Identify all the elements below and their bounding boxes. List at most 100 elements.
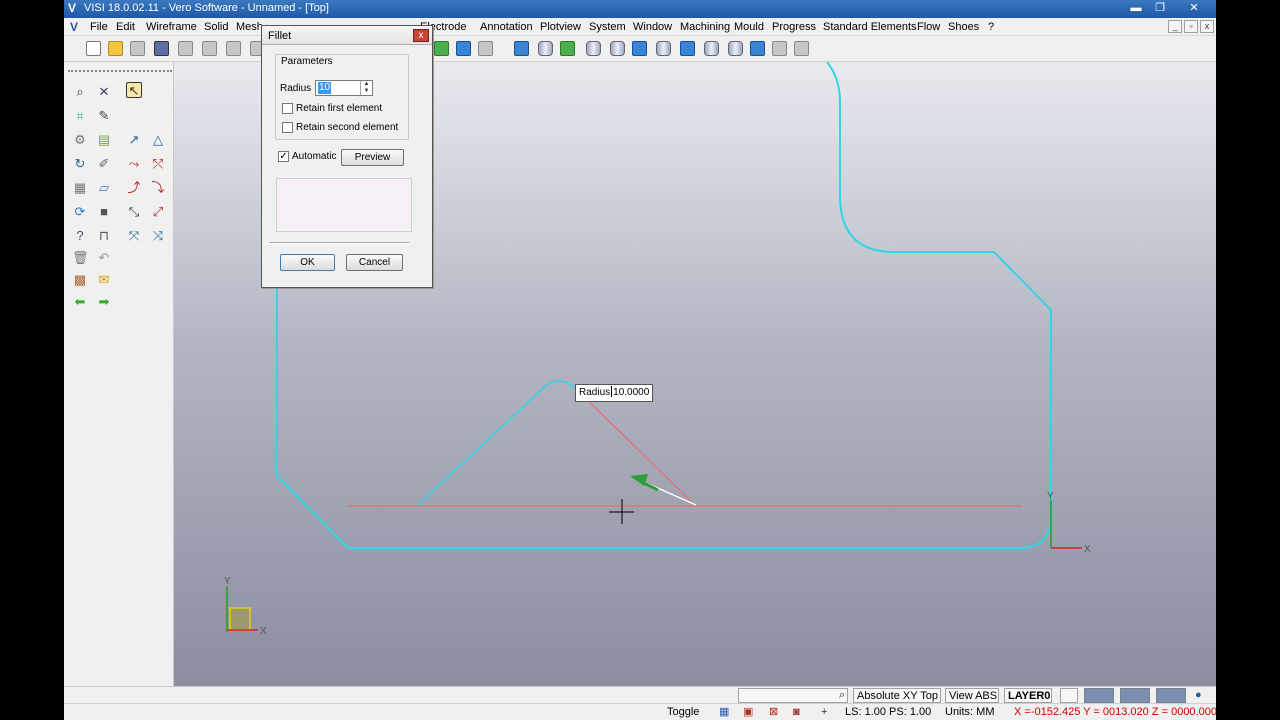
stack-icon[interactable]: ▦	[72, 180, 88, 196]
help-icon[interactable]: ?	[72, 228, 88, 244]
zoom-icon[interactable]: ⌕	[72, 84, 88, 100]
hide-icon[interactable]	[772, 41, 787, 56]
menu-annotation[interactable]: Annotation	[480, 21, 533, 33]
menu-shoes[interactable]: Shoes	[948, 21, 979, 33]
menu-help[interactable]: ?	[988, 21, 994, 33]
layer-field[interactable]: LAYER0	[1004, 688, 1052, 703]
chart-icon[interactable]: ▩	[72, 272, 88, 288]
menu-system[interactable]: System	[589, 21, 626, 33]
shade-green-icon[interactable]	[434, 41, 449, 56]
menu-mesh[interactable]: Mesh	[236, 21, 263, 33]
search-icon[interactable]: ⌕	[836, 688, 848, 703]
close-button[interactable]: ✕	[1180, 0, 1208, 16]
line-tool-icon[interactable]: ↗	[126, 132, 142, 148]
pointer-select-icon[interactable]: ↖	[126, 82, 142, 98]
pen-icon[interactable]: ✐	[96, 156, 112, 172]
fillet-triangle-cyan[interactable]	[416, 380, 578, 507]
show-icon[interactable]	[794, 41, 809, 56]
move-z-icon[interactable]: ⤨	[150, 228, 166, 244]
retain-first-checkbox[interactable]	[282, 103, 293, 114]
move-icon[interactable]: ⤡	[126, 204, 142, 220]
refresh-icon[interactable]: ⟳	[72, 204, 88, 220]
new-file-icon[interactable]	[86, 41, 101, 56]
menu-plotview[interactable]: Plotview	[540, 21, 581, 33]
plot-icon[interactable]	[202, 41, 217, 56]
menu-progress[interactable]: Progress	[772, 21, 816, 33]
attach-icon[interactable]: ✉	[96, 272, 112, 288]
toggle-label[interactable]: Toggle	[664, 705, 702, 720]
menu-edit[interactable]: Edit	[116, 21, 135, 33]
menu-wireframe[interactable]: Wireframe	[146, 21, 197, 33]
view-mode-field[interactable]: View ABS	[945, 688, 999, 703]
surface-icon[interactable]: ▱	[96, 180, 112, 196]
measure-icon[interactable]: ✕	[96, 84, 112, 100]
cylinder-blue-icon[interactable]	[632, 41, 647, 56]
arrow-right-icon[interactable]: ➡	[96, 294, 112, 310]
move-yz-icon[interactable]: ⤧	[126, 228, 142, 244]
ok-button[interactable]: OK	[280, 254, 335, 271]
viewport-layout-2-button[interactable]	[1120, 688, 1150, 703]
menu-file[interactable]: File	[90, 21, 108, 33]
print-icon[interactable]	[226, 41, 241, 56]
cylinder-outline-icon[interactable]	[586, 41, 601, 56]
undo-icon[interactable]: ↶	[96, 250, 112, 266]
globe-icon[interactable]: ●	[1192, 688, 1205, 703]
menu-flow[interactable]: Flow	[917, 21, 940, 33]
menu-window[interactable]: Window	[633, 21, 672, 33]
viewport-layout-1-button[interactable]	[1084, 688, 1114, 703]
delete-icon[interactable]: 🗑	[72, 250, 89, 266]
cylinder-wire-icon[interactable]	[704, 41, 719, 56]
radius-spinner[interactable]: 10 ▲ ▼	[315, 80, 373, 96]
minimize-button[interactable]: ▬	[1124, 0, 1148, 16]
open-file-icon[interactable]	[108, 41, 123, 56]
cylinder-hidden-icon[interactable]	[656, 41, 671, 56]
spinner-arrows-icon[interactable]: ▲ ▼	[360, 81, 372, 95]
transform-icon[interactable]: ⚙	[72, 132, 88, 148]
edit-icon[interactable]: ✎	[96, 108, 112, 124]
move-x-icon[interactable]: ⤢	[150, 204, 166, 220]
radius-input[interactable]: 10	[318, 82, 332, 94]
mdi-close-button[interactable]: x	[1200, 20, 1214, 33]
cylinder-light-icon[interactable]	[610, 41, 625, 56]
box-select-icon[interactable]: ⌗	[72, 108, 88, 124]
mdi-minimize-button[interactable]: _	[1168, 20, 1182, 33]
radius-tooltip-value[interactable]: 10.0000	[613, 387, 649, 398]
green-arrow-icon[interactable]	[560, 41, 575, 56]
retain-second-checkbox[interactable]	[282, 122, 293, 133]
arrow-left-icon[interactable]: ⬅	[72, 294, 88, 310]
retain-second-label[interactable]: Retain second element	[296, 122, 398, 133]
viewport-layout-3-button[interactable]	[1156, 688, 1186, 703]
plus-toggle-icon[interactable]: +	[818, 705, 830, 720]
rotate-tool-icon[interactable]: ↻	[72, 156, 88, 172]
retain-first-label[interactable]: Retain first element	[296, 103, 382, 114]
dimension-icon[interactable]: ⊓	[96, 228, 112, 244]
mdi-restore-button[interactable]: ▫	[1184, 20, 1198, 33]
snap-toggle-icon[interactable]: ▣	[740, 705, 756, 720]
preview-button[interactable]: Preview	[341, 149, 404, 166]
construction-line-diagonal[interactable]	[576, 389, 697, 507]
restore-button[interactable]: ❐	[1148, 0, 1172, 16]
axis-y-icon[interactable]: ⤴	[126, 180, 142, 196]
cylinder-dark-icon[interactable]	[728, 41, 743, 56]
fillet-dialog-titlebar[interactable]: Fillet x	[262, 26, 432, 45]
menu-solid[interactable]: Solid	[204, 21, 228, 33]
shade-gray-icon[interactable]	[478, 41, 493, 56]
cylinder-icon[interactable]	[538, 41, 553, 56]
dialog-close-button[interactable]: x	[413, 29, 429, 42]
menu-standard-elements[interactable]: Standard Elements	[823, 21, 917, 33]
axis-x-alt-icon[interactable]: ⤲	[150, 156, 166, 172]
cancel-button[interactable]: Cancel	[346, 254, 403, 271]
status-blank-box[interactable]	[1060, 688, 1078, 703]
cube-icon[interactable]: ■	[96, 204, 112, 220]
menu-machining[interactable]: Machining	[680, 21, 730, 33]
automatic-checkbox[interactable]: ✓	[278, 151, 289, 162]
menu-mould[interactable]: Mould	[734, 21, 764, 33]
automatic-label[interactable]: Automatic	[292, 151, 336, 162]
ortho-toggle-icon[interactable]: ⊠	[766, 705, 781, 720]
axis-z-icon[interactable]: ⤵	[150, 180, 166, 196]
grid-toggle-icon[interactable]: ▦	[716, 705, 732, 720]
shade-blue-icon[interactable]	[456, 41, 471, 56]
import-icon[interactable]	[130, 41, 145, 56]
panel-grip[interactable]	[68, 70, 172, 73]
sheet-icon[interactable]: ▤	[96, 132, 112, 148]
